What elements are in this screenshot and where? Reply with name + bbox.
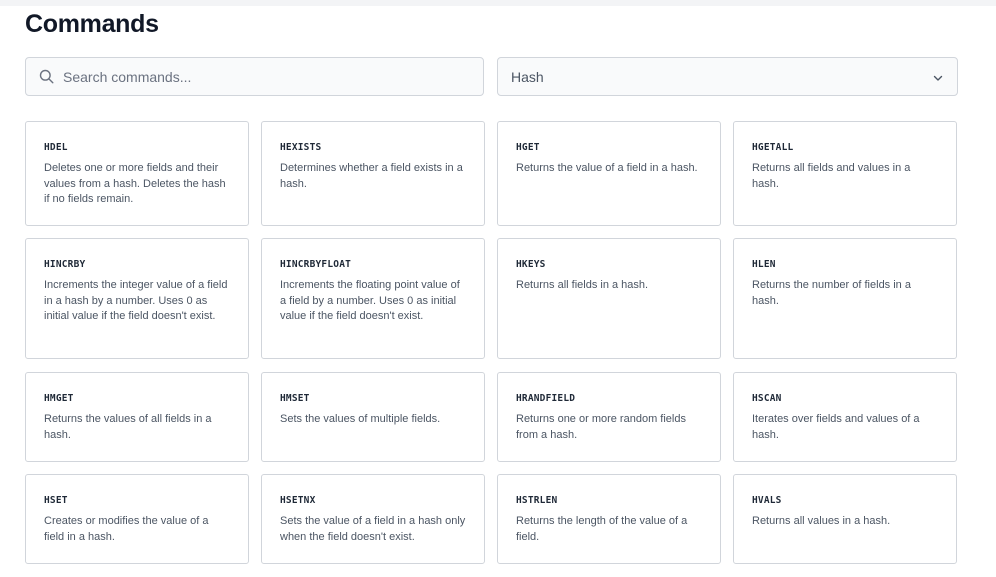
command-name: HMSET [280,393,310,404]
category-select[interactable]: Hash [497,57,958,96]
command-card-hgetall[interactable]: HGETALL Returns all fields and values in… [733,121,957,226]
command-name: HSETNX [280,495,316,506]
command-name: HSTRLEN [516,495,558,506]
command-description: Iterates over fields and values of a has… [752,413,920,441]
command-card-hsetnx[interactable]: HSETNX Sets the value of a field in a ha… [261,474,485,564]
category-select-value: Hash [511,68,544,85]
command-name: HEXISTS [280,142,322,153]
command-description: Returns the number of fields in a hash. [752,279,911,307]
command-card-hincrbyfloat[interactable]: HINCRBYFLOAT Increments the floating poi… [261,238,485,359]
command-name: HLEN [752,259,776,270]
command-name: HMGET [44,393,74,404]
command-card-hexists[interactable]: HEXISTS Determines whether a field exist… [261,121,485,226]
command-description: Increments the integer value of a field … [44,279,228,322]
command-name: HDEL [44,142,68,153]
command-description: Deletes one or more fields and their val… [44,162,226,205]
command-description: Sets the value of a field in a hash only… [280,515,466,543]
command-card-hstrlen[interactable]: HSTRLEN Returns the length of the value … [497,474,721,564]
command-description: Returns the value of a field in a hash. [516,162,698,174]
search-icon [39,69,54,84]
command-card-hset[interactable]: HSET Creates or modifies the value of a … [25,474,249,564]
command-card-hincrby[interactable]: HINCRBY Increments the integer value of … [25,238,249,359]
command-description: Returns all fields in a hash. [516,279,649,291]
search-input[interactable] [63,68,463,85]
command-name: HINCRBY [44,259,86,270]
command-description: Returns the length of the value of a fie… [516,515,688,543]
command-card-hmset[interactable]: HMSET Sets the values of multiple fields… [261,372,485,462]
command-card-hscan[interactable]: HSCAN Iterates over fields and values of… [733,372,957,462]
command-card-hkeys[interactable]: HKEYS Returns all fields in a hash. [497,238,721,359]
command-description: Returns all fields and values in a hash. [752,162,911,190]
top-navigation-strip [0,0,996,6]
command-name: HSET [44,495,68,506]
search-box[interactable] [25,57,484,96]
command-card-hget[interactable]: HGET Returns the value of a field in a h… [497,121,721,226]
page-title: Commands [25,10,159,38]
command-description: Determines whether a field exists in a h… [280,162,463,190]
command-description: Sets the values of multiple fields. [280,413,441,425]
command-name: HSCAN [752,393,782,404]
command-grid: HDEL Deletes one or more fields and thei… [25,121,958,564]
command-description: Returns all values in a hash. [752,515,891,527]
command-name: HGETALL [752,142,794,153]
command-name: HVALS [752,495,782,506]
command-name: HGET [516,142,540,153]
command-card-hmget[interactable]: HMGET Returns the values of all fields i… [25,372,249,462]
command-description: Increments the floating point value of a… [280,279,460,322]
command-card-hrandfield[interactable]: HRANDFIELD Returns one or more random fi… [497,372,721,462]
chevron-down-icon [932,71,944,83]
command-name: HINCRBYFLOAT [280,259,352,270]
command-name: HKEYS [516,259,546,270]
command-card-hlen[interactable]: HLEN Returns the number of fields in a h… [733,238,957,359]
command-description: Returns the values of all fields in a ha… [44,413,212,441]
command-card-hvals[interactable]: HVALS Returns all values in a hash. [733,474,957,564]
command-description: Returns one or more random fields from a… [516,413,686,441]
command-name: HRANDFIELD [516,393,576,404]
command-card-hdel[interactable]: HDEL Deletes one or more fields and thei… [25,121,249,226]
command-description: Creates or modifies the value of a field… [44,515,209,543]
